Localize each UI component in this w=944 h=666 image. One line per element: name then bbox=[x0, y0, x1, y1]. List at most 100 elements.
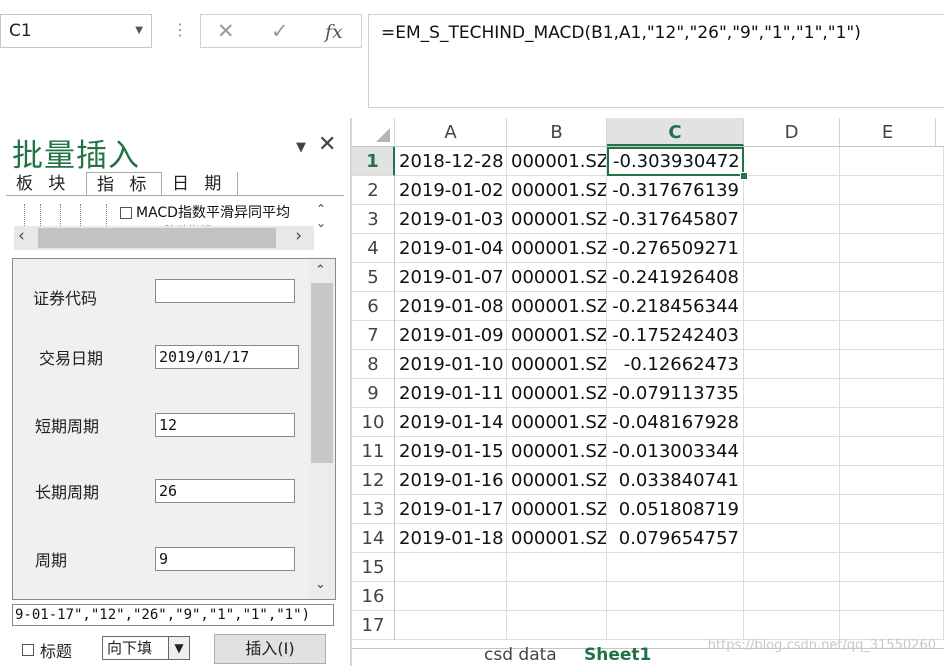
cell-code[interactable]: 000001.SZ bbox=[507, 437, 607, 466]
cell-empty[interactable] bbox=[840, 408, 944, 437]
cell-date[interactable]: 2019-01-15 bbox=[395, 437, 507, 466]
cell-empty[interactable] bbox=[840, 234, 944, 263]
cell-date[interactable]: 2018-12-28 bbox=[395, 147, 507, 176]
cell-empty[interactable] bbox=[744, 466, 840, 495]
cell-empty[interactable] bbox=[840, 582, 944, 611]
column-header-d[interactable]: D bbox=[744, 118, 840, 146]
cell-macd-value[interactable]: -0.048167928 bbox=[607, 408, 744, 437]
cell-empty[interactable] bbox=[744, 524, 840, 553]
cell-macd-value[interactable]: 0.033840741 bbox=[607, 466, 744, 495]
scroll-up-icon[interactable]: ⌃ ⌄ bbox=[316, 202, 326, 230]
pane-options-icon[interactable]: ▼ bbox=[296, 140, 306, 155]
cell-macd-value[interactable]: -0.317645807 bbox=[607, 205, 744, 234]
cell-date[interactable]: 2019-01-08 bbox=[395, 292, 507, 321]
row-header[interactable]: 7 bbox=[352, 321, 395, 350]
parameter-preview[interactable]: 9-01-17","12","26","9","1","1","1") bbox=[12, 604, 334, 626]
long-period-input[interactable]: 26 bbox=[155, 479, 295, 503]
trade-date-input[interactable]: 2019/01/17 bbox=[155, 345, 299, 369]
scroll-left-icon[interactable]: ‹ bbox=[18, 226, 25, 246]
cell-macd-value[interactable]: -0.013003344 bbox=[607, 437, 744, 466]
cell-date[interactable] bbox=[395, 582, 507, 611]
formula-input[interactable]: =EM_S_TECHIND_MACD(B1,A1,"12","26","9","… bbox=[368, 14, 944, 108]
row-header[interactable]: 5 bbox=[352, 263, 395, 292]
cell-code[interactable]: 000001.SZ bbox=[507, 234, 607, 263]
title-checkbox[interactable] bbox=[22, 644, 34, 656]
cell-empty[interactable] bbox=[744, 176, 840, 205]
horizontal-scrollbar[interactable]: ‹ › bbox=[14, 226, 314, 250]
row-header[interactable]: 8 bbox=[352, 350, 395, 379]
select-all-corner[interactable] bbox=[352, 118, 395, 146]
row-header[interactable]: 17 bbox=[352, 611, 395, 640]
cell-macd-value[interactable]: -0.276509271 bbox=[607, 234, 744, 263]
scrollbar-thumb[interactable] bbox=[311, 283, 333, 463]
cell-empty[interactable] bbox=[840, 524, 944, 553]
cell-code[interactable]: 000001.SZ bbox=[507, 379, 607, 408]
column-header-a[interactable]: A bbox=[395, 118, 507, 146]
cell-empty[interactable] bbox=[840, 350, 944, 379]
cell-empty[interactable] bbox=[744, 582, 840, 611]
cell-date[interactable]: 2019-01-03 bbox=[395, 205, 507, 234]
cell-empty[interactable] bbox=[744, 611, 840, 640]
cell-macd-value[interactable]: -0.079113735 bbox=[607, 379, 744, 408]
tree-item-checkbox[interactable] bbox=[120, 207, 132, 219]
cell-empty[interactable] bbox=[744, 147, 840, 176]
cell-empty[interactable] bbox=[840, 292, 944, 321]
cell-date[interactable]: 2019-01-09 bbox=[395, 321, 507, 350]
cell-empty[interactable] bbox=[744, 321, 840, 350]
tab-sector[interactable]: 板 块 bbox=[6, 172, 86, 196]
cell-date[interactable] bbox=[395, 553, 507, 582]
row-header[interactable]: 11 bbox=[352, 437, 395, 466]
cell-date[interactable]: 2019-01-10 bbox=[395, 350, 507, 379]
cell-macd-value[interactable]: -0.303930472 bbox=[607, 147, 744, 176]
cell-code[interactable]: 000001.SZ bbox=[507, 263, 607, 292]
cell-date[interactable]: 2019-01-17 bbox=[395, 495, 507, 524]
row-header[interactable]: 16 bbox=[352, 582, 395, 611]
cell-macd-value[interactable] bbox=[607, 582, 744, 611]
cell-code[interactable]: 000001.SZ bbox=[507, 292, 607, 321]
cell-code[interactable] bbox=[507, 582, 607, 611]
cell-code[interactable] bbox=[507, 611, 607, 640]
fill-direction-select[interactable]: 向下填 ▼ bbox=[102, 636, 190, 660]
cell-code[interactable]: 000001.SZ bbox=[507, 205, 607, 234]
cell-date[interactable]: 2019-01-18 bbox=[395, 524, 507, 553]
cell-empty[interactable] bbox=[840, 379, 944, 408]
cell-code[interactable] bbox=[507, 553, 607, 582]
cell-code[interactable]: 000001.SZ bbox=[507, 350, 607, 379]
chevron-down-icon[interactable]: ▼ bbox=[135, 15, 143, 47]
row-header[interactable]: 10 bbox=[352, 408, 395, 437]
row-header[interactable]: 2 bbox=[352, 176, 395, 205]
name-box[interactable]: C1 ▼ bbox=[0, 14, 152, 48]
cell-code[interactable]: 000001.SZ bbox=[507, 147, 607, 176]
cell-empty[interactable] bbox=[840, 147, 944, 176]
cell-macd-value[interactable]: -0.175242403 bbox=[607, 321, 744, 350]
column-header-e[interactable]: E bbox=[840, 118, 936, 146]
scroll-down-icon[interactable]: ⌄ bbox=[315, 577, 326, 592]
fill-handle[interactable] bbox=[740, 172, 748, 180]
scroll-up-icon[interactable]: ⌃ bbox=[315, 263, 326, 278]
cell-date[interactable]: 2019-01-07 bbox=[395, 263, 507, 292]
cell-empty[interactable] bbox=[840, 321, 944, 350]
scrollbar-thumb[interactable] bbox=[38, 228, 276, 248]
cell-empty[interactable] bbox=[744, 379, 840, 408]
cell-empty[interactable] bbox=[744, 292, 840, 321]
cell-date[interactable]: 2019-01-16 bbox=[395, 466, 507, 495]
row-header[interactable]: 12 bbox=[352, 466, 395, 495]
column-header-c[interactable]: C bbox=[607, 118, 744, 146]
row-header[interactable]: 9 bbox=[352, 379, 395, 408]
cell-code[interactable]: 000001.SZ bbox=[507, 466, 607, 495]
cell-empty[interactable] bbox=[744, 205, 840, 234]
cell-macd-value[interactable] bbox=[607, 553, 744, 582]
cell-macd-value[interactable] bbox=[607, 611, 744, 640]
cell-macd-value[interactable]: 0.051808719 bbox=[607, 495, 744, 524]
row-header[interactable]: 13 bbox=[352, 495, 395, 524]
cell-macd-value[interactable]: -0.317676139 bbox=[607, 176, 744, 205]
insert-button[interactable]: 插入(I) bbox=[214, 634, 326, 664]
chevron-down-icon[interactable]: ▼ bbox=[168, 637, 189, 659]
short-period-input[interactable]: 12 bbox=[155, 413, 295, 437]
row-header[interactable]: 1 bbox=[352, 147, 395, 176]
cell-code[interactable]: 000001.SZ bbox=[507, 524, 607, 553]
cell-code[interactable]: 000001.SZ bbox=[507, 321, 607, 350]
tree-item-macd[interactable]: MACD指数平滑异同平均 bbox=[136, 202, 290, 222]
row-header[interactable]: 3 bbox=[352, 205, 395, 234]
cell-code[interactable]: 000001.SZ bbox=[507, 408, 607, 437]
